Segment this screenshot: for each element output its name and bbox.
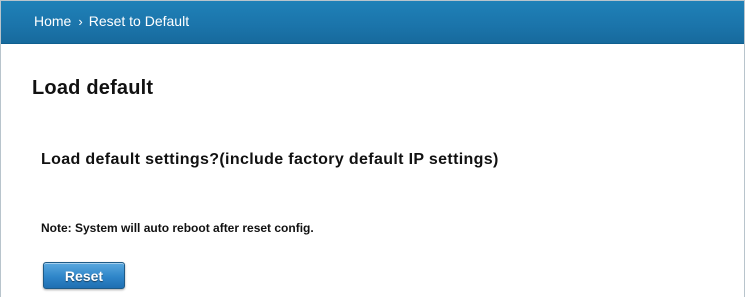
breadcrumb-current: Reset to Default xyxy=(88,13,190,29)
breadcrumb-bar: Home › Reset to Default xyxy=(1,1,744,44)
load-default-question: Load default settings?(include factory d… xyxy=(41,151,499,168)
reboot-note: Note: System will auto reboot after rese… xyxy=(41,221,314,235)
page-frame: Home › Reset to Default Load default Load … xyxy=(0,0,745,297)
breadcrumb-home-link[interactable]: Home xyxy=(34,13,71,29)
breadcrumb: Home › Reset to Default xyxy=(34,13,189,29)
page-title: Load default xyxy=(32,77,154,99)
breadcrumb-separator-icon: › xyxy=(78,14,83,29)
reset-button[interactable]: Reset xyxy=(43,262,125,289)
